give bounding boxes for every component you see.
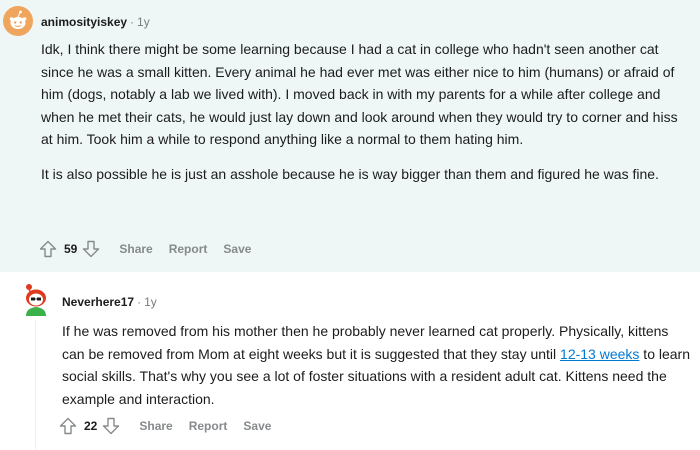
- author-name[interactable]: animosityiskey: [41, 15, 127, 29]
- comment-age[interactable]: 1y: [144, 295, 157, 309]
- comment-paragraph: Idk, I think there might be some learnin…: [41, 41, 678, 147]
- vote-score: 59: [64, 242, 78, 256]
- save-button[interactable]: Save: [243, 419, 271, 433]
- thread-line[interactable]: [35, 320, 36, 450]
- save-button[interactable]: Save: [223, 242, 251, 256]
- report-button[interactable]: Report: [189, 419, 228, 433]
- comment-body: If he was removed from his mother then h…: [62, 320, 692, 422]
- comment-paragraph: If he was removed from his mother then h…: [62, 320, 692, 410]
- downvote-arrow-icon[interactable]: [101, 416, 121, 436]
- comment-meta: Neverhere17 · 1y: [62, 295, 157, 309]
- meta-separator: ·: [137, 295, 142, 309]
- downvote-arrow-icon[interactable]: [81, 239, 101, 259]
- meta-separator: ·: [130, 15, 135, 29]
- report-button[interactable]: Report: [169, 242, 208, 256]
- comment-paragraph: It is also possible he is just an asshol…: [41, 165, 659, 182]
- link-12-13-weeks[interactable]: 12-13 weeks: [560, 346, 639, 362]
- comment-animosityiskey: animosityiskey · 1y Idk, I think there mig…: [0, 0, 700, 272]
- comment-actions: 22 Share Report Save: [58, 416, 271, 436]
- comment-actions: 59 Share Report Save: [38, 239, 251, 259]
- vote-score: 22: [84, 419, 98, 433]
- share-button[interactable]: Share: [139, 419, 172, 433]
- upvote-arrow-icon[interactable]: [38, 239, 58, 259]
- share-button[interactable]: Share: [119, 242, 152, 256]
- orange-snoo-avatar-icon[interactable]: [3, 6, 33, 36]
- author-name[interactable]: Neverhere17: [62, 295, 134, 309]
- comment-body: Idk, I think there might be some learnin…: [41, 38, 691, 197]
- comment-meta: animosityiskey · 1y: [41, 15, 150, 29]
- red-hair-snoo-avatar-icon[interactable]: [20, 282, 52, 318]
- comment-age[interactable]: 1y: [137, 15, 150, 29]
- upvote-arrow-icon[interactable]: [58, 416, 78, 436]
